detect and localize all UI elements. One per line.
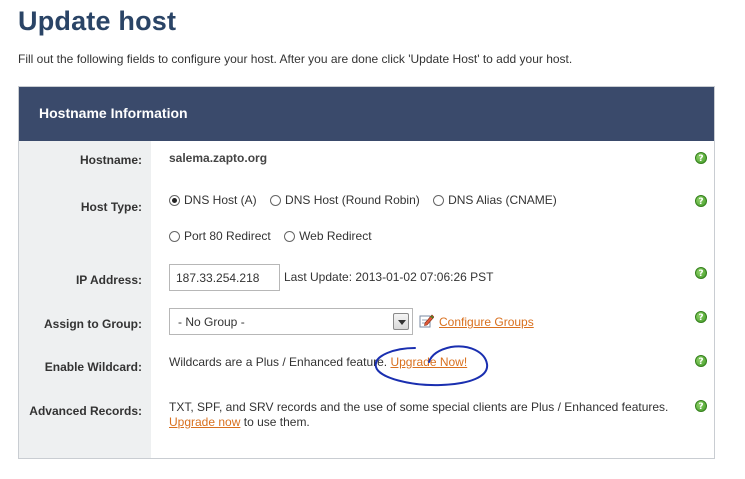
- host-type-label: Host Type:: [80, 200, 142, 214]
- hostname-value: salema.zapto.org: [169, 151, 268, 165]
- ip-address-input[interactable]: 187.33.254.218: [169, 264, 280, 291]
- radio-label: Web Redirect: [299, 229, 372, 243]
- radio-label: DNS Host (Round Robin): [285, 193, 420, 207]
- edit-icon[interactable]: [419, 313, 434, 328]
- host-type-options-row2: Port 80 Redirect Web Redirect: [169, 229, 382, 243]
- ip-address-label: IP Address:: [75, 273, 142, 287]
- wildcard-text: Wildcards are a Plus / Enhanced feature.: [169, 355, 388, 369]
- help-icon[interactable]: ?: [695, 152, 707, 164]
- radio-button[interactable]: [169, 231, 180, 242]
- help-icon[interactable]: ?: [695, 400, 707, 412]
- panel-header: Hostname Information: [19, 87, 714, 141]
- page-title: Update host: [18, 6, 177, 36]
- radio-button[interactable]: [433, 195, 445, 206]
- help-icon[interactable]: ?: [695, 355, 707, 367]
- advanced-records-label: Advanced Records:: [29, 404, 142, 418]
- radio-web-redirect[interactable]: Web Redirect: [284, 229, 372, 243]
- help-icon[interactable]: ?: [695, 311, 707, 323]
- advanced-records-text: TXT, SPF, and SRV records and the use of…: [169, 400, 668, 430]
- chevron-down-icon[interactable]: [393, 313, 409, 330]
- wildcard-text-row: Wildcards are a Plus / Enhanced feature.…: [169, 355, 467, 369]
- hostname-panel: Hostname Information Hostname: salema.za…: [18, 86, 715, 459]
- group-label: Assign to Group:: [44, 317, 142, 331]
- radio-dns-alias-cname[interactable]: DNS Alias (CNAME): [433, 193, 557, 207]
- configure-groups-text[interactable]: Configure Groups: [439, 315, 534, 329]
- upgrade-now-link[interactable]: Upgrade Now!: [390, 355, 467, 369]
- radio-button[interactable]: [284, 231, 296, 242]
- radio-label: Port 80 Redirect: [184, 229, 271, 243]
- group-select-value: - No Group -: [178, 315, 245, 329]
- page-intro: Fill out the following fields to configu…: [18, 52, 573, 66]
- configure-groups-link[interactable]: Configure Groups: [439, 315, 534, 329]
- radio-button[interactable]: [270, 195, 282, 206]
- advanced-records-suffix: to use them.: [243, 415, 310, 429]
- wildcard-label: Enable Wildcard:: [44, 360, 142, 374]
- radio-dns-host-a[interactable]: DNS Host (A): [169, 193, 257, 207]
- group-select[interactable]: - No Group -: [169, 308, 413, 335]
- host-type-options-row1: DNS Host (A) DNS Host (Round Robin) DNS …: [169, 193, 567, 207]
- help-icon[interactable]: ?: [695, 195, 707, 207]
- advanced-records-upgrade-line: Upgrade now to use them.: [169, 415, 668, 430]
- radio-dns-host-round-robin[interactable]: DNS Host (Round Robin): [270, 193, 420, 207]
- radio-port-80-redirect[interactable]: Port 80 Redirect: [169, 229, 271, 243]
- upgrade-now-link[interactable]: Upgrade now: [169, 415, 240, 429]
- radio-label: DNS Host (A): [184, 193, 257, 207]
- hostname-label: Hostname:: [79, 153, 142, 167]
- advanced-records-description: TXT, SPF, and SRV records and the use of…: [169, 400, 669, 414]
- last-update-text: Last Update: 2013-01-02 07:06:26 PST: [284, 270, 494, 284]
- radio-label: DNS Alias (CNAME): [448, 193, 557, 207]
- help-icon[interactable]: ?: [695, 267, 707, 279]
- annotation-circle: [374, 345, 489, 387]
- radio-button-checked[interactable]: [169, 195, 180, 206]
